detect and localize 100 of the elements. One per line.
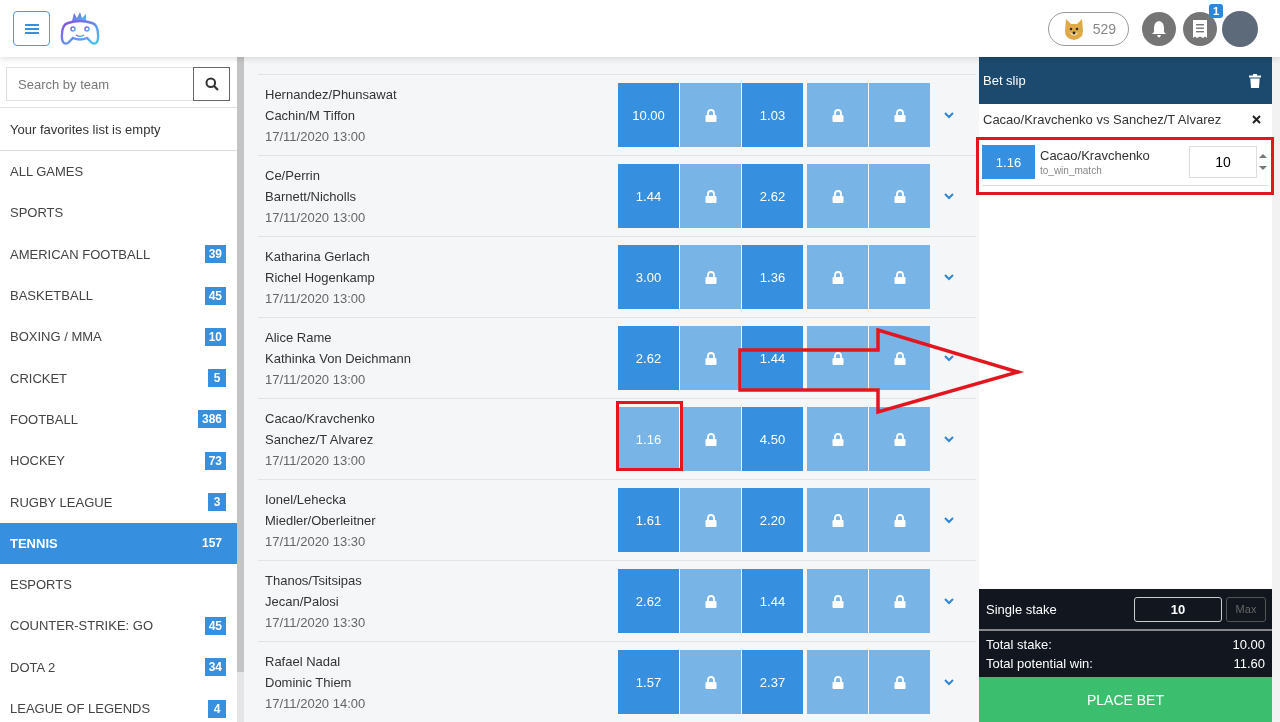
lock-icon xyxy=(893,432,906,446)
sport-category-item[interactable]: DOTA 2 34 xyxy=(0,646,237,688)
bell-icon xyxy=(1150,19,1168,38)
sport-category-item[interactable]: SPORTS xyxy=(0,192,237,234)
team-name: Kathinka Von Deichmann xyxy=(265,350,412,366)
odds-button[interactable]: 2.62 xyxy=(618,326,679,390)
lock-icon xyxy=(831,432,844,446)
lock-icon xyxy=(704,108,717,122)
team-name: Thanos/Tsitsipas xyxy=(265,572,363,588)
selection-name: Cacao/Kravchenko xyxy=(1040,148,1151,163)
stake-field[interactable]: 10 xyxy=(1189,146,1257,178)
sport-category-item[interactable]: FOOTBALL 386 xyxy=(0,398,237,441)
notification-badge: 1 xyxy=(1208,3,1223,18)
close-icon[interactable] xyxy=(1252,115,1261,124)
lock-icon xyxy=(831,270,844,284)
odds-button[interactable]: 2.20 xyxy=(742,488,803,552)
category-label: CRICKET xyxy=(10,370,68,386)
item-count: 10 xyxy=(204,327,226,346)
max-button[interactable]: Max xyxy=(1226,596,1266,622)
menu-icon xyxy=(24,22,39,35)
sport-category-item[interactable]: ESPORTS xyxy=(0,563,237,606)
sport-category-item[interactable]: COUNTER-STRIKE: GO 45 xyxy=(0,605,237,647)
sport-category-item[interactable]: RUGBY LEAGUE 3 xyxy=(0,481,237,523)
match-time: 17/11/2020 14:00 xyxy=(265,695,367,711)
chevron-down-icon[interactable] xyxy=(944,192,954,200)
arrow-up-icon[interactable] xyxy=(1259,153,1267,159)
chevron-down-icon[interactable] xyxy=(944,678,954,686)
search-field[interactable]: Search by team xyxy=(6,67,193,101)
stake-spinner[interactable] xyxy=(1257,153,1269,171)
trash-icon[interactable] xyxy=(1249,73,1261,88)
category-label: HOCKEY xyxy=(10,453,65,469)
odds-button[interactable]: 2.62 xyxy=(742,164,803,228)
category-label: TENNIS xyxy=(10,535,58,551)
lock-icon xyxy=(704,675,717,689)
search-button[interactable] xyxy=(193,67,230,101)
match-time: 17/11/2020 13:00 xyxy=(265,209,367,225)
sport-category-item[interactable]: BOXING / MMA 10 xyxy=(0,316,237,358)
total-value: 10.00 xyxy=(1232,637,1265,652)
category-label: DOTA 2 xyxy=(10,659,56,675)
chevron-down-icon[interactable] xyxy=(944,111,954,119)
team-name: Sanchez/T Alvarez xyxy=(265,431,375,447)
search-icon xyxy=(204,77,219,91)
lock-icon xyxy=(831,108,844,122)
odds-button[interactable]: 1.44 xyxy=(742,569,803,633)
sport-category-item[interactable]: AMERICAN FOOTBALL 39 xyxy=(0,233,237,275)
match-time: 17/11/2020 13:00 xyxy=(265,128,367,144)
sport-category-item[interactable]: BASKETBALL 45 xyxy=(0,274,237,317)
category-label: RUGBY LEAGUE xyxy=(10,494,113,510)
category-label: LEAGUE OF LEGENDS xyxy=(10,701,151,716)
odds-button[interactable]: 1.44 xyxy=(618,164,679,228)
chevron-down-icon[interactable] xyxy=(944,273,954,281)
sport-category-item[interactable]: LEAGUE OF LEGENDS 4 xyxy=(0,687,237,722)
category-label: FOOTBALL xyxy=(10,411,78,427)
category-label: AMERICAN FOOTBALL xyxy=(10,246,151,262)
highlight-frame xyxy=(616,401,683,471)
odds-button[interactable]: 3.00 xyxy=(618,245,679,309)
lock-icon xyxy=(704,513,717,527)
lock-icon xyxy=(893,270,906,284)
odds-button[interactable]: 1.61 xyxy=(618,488,679,552)
avatar[interactable] xyxy=(1222,10,1258,47)
lock-icon xyxy=(831,675,844,689)
sport-category-item[interactable]: CRICKET 5 xyxy=(0,357,237,399)
odds-button[interactable]: 1.44 xyxy=(742,326,803,390)
team-name: Ionel/Lehecka xyxy=(265,491,347,507)
odds-button[interactable]: 1.57 xyxy=(618,650,679,714)
sport-category-item[interactable]: HOCKEY 73 xyxy=(0,440,237,482)
odds-button[interactable]: 4.50 xyxy=(742,407,803,471)
arrow-down-icon[interactable] xyxy=(1259,165,1267,171)
sport-category-item[interactable]: ALL GAMES xyxy=(0,151,237,193)
lock-icon xyxy=(893,513,906,527)
odds-button[interactable]: 10.00 xyxy=(618,83,679,147)
odds-button[interactable]: 2.37 xyxy=(742,650,803,714)
chevron-down-icon[interactable] xyxy=(944,435,954,443)
team-name: Rafael Nadal xyxy=(265,653,342,669)
coin-count: 529 xyxy=(1092,20,1116,37)
total-value: 11.60 xyxy=(1233,656,1265,671)
team-name: Richel Hogenkamp xyxy=(265,269,376,285)
lock-icon xyxy=(831,189,844,203)
single-stake-label: Single stake xyxy=(986,601,1058,617)
dog-head-icon xyxy=(1062,16,1085,41)
lock-icon xyxy=(704,351,717,365)
sport-category-item[interactable]: TENNIS 157 xyxy=(0,522,237,564)
chevron-down-icon[interactable] xyxy=(944,354,954,362)
odds-button[interactable]: 1.16 xyxy=(618,407,679,471)
item-count: 157 xyxy=(200,535,223,553)
place-bet-button[interactable]: PLACE BET xyxy=(979,677,1272,722)
gamepad-logo-icon[interactable] xyxy=(60,10,100,47)
scrollbar[interactable] xyxy=(1272,57,1280,722)
chevron-down-icon[interactable] xyxy=(944,516,954,524)
notifications-button[interactable] xyxy=(1142,11,1176,46)
lock-icon xyxy=(893,351,906,365)
odds-button[interactable]: 2.62 xyxy=(618,569,679,633)
single-stake-field[interactable]: 10 xyxy=(1134,596,1222,622)
odds-button[interactable]: 1.36 xyxy=(742,245,803,309)
team-name: Miedler/Oberleitner xyxy=(265,512,377,528)
category-label: ESPORTS xyxy=(10,577,72,593)
menu-button[interactable] xyxy=(13,11,50,46)
odds-button[interactable]: 1.03 xyxy=(742,83,803,147)
team-name: Ce/Perrin xyxy=(265,167,321,183)
chevron-down-icon[interactable] xyxy=(944,597,954,605)
